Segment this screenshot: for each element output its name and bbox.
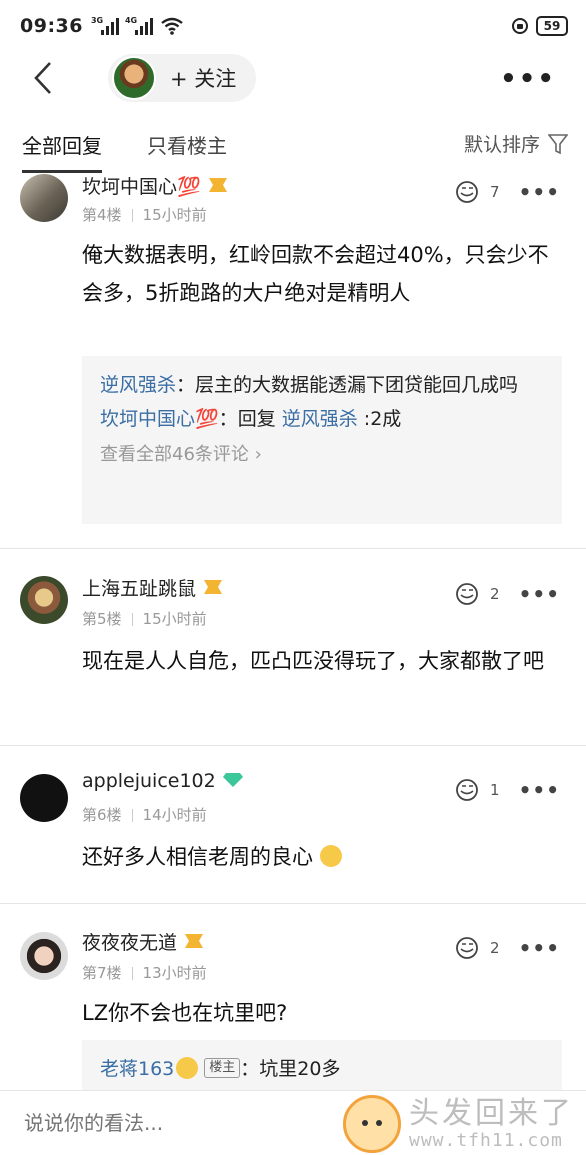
sub-reply: 逆风强杀：层主的大数据能透漏下团贷能回几成吗 <box>100 374 519 396</box>
status-time: 09:36 <box>20 15 83 37</box>
follow-label: + 关注 <box>170 67 237 91</box>
thumbs-up-icon <box>456 937 478 959</box>
comment-input[interactable] <box>24 1111 274 1135</box>
avatar[interactable] <box>20 774 68 822</box>
comment-body: 现在是人人自危，匹凸匹没得玩了，大家都散了吧 <box>82 649 544 673</box>
comment-input-bar: 头发回来了 www.tfh11.com <box>0 1090 586 1155</box>
comment-meta: 第4楼 15小时前 <box>82 206 207 224</box>
commenter-name[interactable]: 上海五趾跳鼠 <box>82 574 224 601</box>
avatar[interactable] <box>20 932 68 980</box>
signal-4g-icon: 4G <box>125 16 153 35</box>
divider <box>0 745 586 746</box>
op-tag: 楼主 <box>204 1057 241 1078</box>
level-badge-icon <box>204 579 223 594</box>
like-button[interactable]: 1 <box>454 778 500 802</box>
avatar[interactable] <box>20 174 68 222</box>
grin-emoji-icon <box>319 845 342 867</box>
reply-username[interactable]: 老蒋163 <box>100 1058 174 1080</box>
comment-body: 俺大数据表明，红岭回款不会超过40%，只会少不会多，5折跑路的大户绝对是精明人 <box>82 243 549 305</box>
comment-floor-5: 上海五趾跳鼠 第5楼 15小时前 2 ••• 现在是人人自危，匹凸匹没得玩了，大家… <box>0 566 586 746</box>
diamond-badge-icon <box>222 772 243 787</box>
comment-floor-7: 夜夜夜无道 第7楼 13小时前 2 ••• LZ你不会也在坑里吧? 老蒋163 楼主… <box>0 922 586 1090</box>
comment-meta: 第7楼 13小时前 <box>82 964 207 982</box>
like-button[interactable]: 2 <box>454 582 500 606</box>
follow-button[interactable]: + 关注 <box>108 54 256 102</box>
watermark-face-icon <box>343 1095 401 1153</box>
like-button[interactable]: 7 <box>454 180 500 204</box>
comment-meta: 第6楼 14小时前 <box>82 806 207 824</box>
comment-body: 还好多人相信老周的良心 <box>82 838 562 876</box>
comment-floor-6: applejuice102 第6楼 14小时前 1 ••• 还好多人相信老周的良心 <box>0 764 586 904</box>
signal-3g-icon: 3G <box>91 16 119 35</box>
comment-more-button[interactable]: ••• <box>519 180 560 204</box>
status-icons: 3G 4G <box>91 16 183 35</box>
comment-body: LZ你不会也在坑里吧? <box>82 1001 288 1025</box>
commenter-name[interactable]: 夜夜夜无道 <box>82 928 205 955</box>
filter-icon <box>548 133 568 154</box>
reply-username[interactable]: 逆风强杀 <box>100 374 176 396</box>
sort-label: 默认排序 <box>463 134 540 156</box>
comment-more-button[interactable]: ••• <box>519 778 560 802</box>
reply-username[interactable]: 坎坷中国心💯 <box>100 408 219 430</box>
commenter-name[interactable]: 坎坷中国心💯 <box>82 172 229 199</box>
chevron-left-icon <box>34 62 51 94</box>
reply-tabs: 全部回复 只看楼主 默认排序 <box>0 118 586 174</box>
like-button[interactable]: 2 <box>454 936 500 960</box>
nav-bar: + 关注 ••• <box>0 52 586 104</box>
battery-icon: 59 <box>536 16 568 36</box>
watermark: 头发回来了 www.tfh11.com <box>343 1095 574 1153</box>
sun-emoji-icon <box>176 1056 199 1079</box>
level-badge-icon <box>208 177 227 192</box>
avatar[interactable] <box>20 576 68 624</box>
view-all-replies-link[interactable]: 查看全部46条评论 › <box>100 438 544 472</box>
comment-more-button[interactable]: ••• <box>519 582 560 606</box>
level-badge-icon <box>185 933 204 948</box>
sub-reply-box[interactable]: 逆风强杀：层主的大数据能透漏下团贷能回几成吗 坎坷中国心💯：回复 逆风强杀 :2… <box>82 356 562 524</box>
sort-button[interactable]: 默认排序 <box>464 130 568 157</box>
back-button[interactable] <box>26 58 60 98</box>
sub-reply-box[interactable]: 老蒋163 楼主 ：坑里20多 <box>82 1040 562 1090</box>
divider <box>0 548 586 549</box>
thumbs-up-icon <box>456 583 478 605</box>
status-bar: 09:36 3G 4G 59 <box>0 0 586 52</box>
more-options-button[interactable]: ••• <box>500 64 556 94</box>
comment-meta: 第5楼 15小时前 <box>82 610 207 628</box>
thumbs-up-icon <box>456 779 478 801</box>
reply-target-username[interactable]: 逆风强杀 <box>282 408 358 430</box>
tab-op-only[interactable]: 只看楼主 <box>147 130 227 159</box>
thumbs-up-icon <box>456 181 478 203</box>
comment-more-button[interactable]: ••• <box>519 936 560 960</box>
tab-all-replies[interactable]: 全部回复 <box>22 130 102 173</box>
divider <box>0 903 586 904</box>
rotation-lock-icon <box>512 18 528 34</box>
author-avatar <box>112 56 156 100</box>
sub-reply: 坎坷中国心💯：回复 逆风强杀 :2成 <box>100 408 402 430</box>
wifi-icon <box>161 17 183 35</box>
comment-floor-4: 坎坷中国心💯 第4楼 15小时前 7 ••• 俺大数据表明，红岭回款不会超过40%… <box>0 170 586 550</box>
commenter-name[interactable]: applejuice102 <box>82 770 244 792</box>
